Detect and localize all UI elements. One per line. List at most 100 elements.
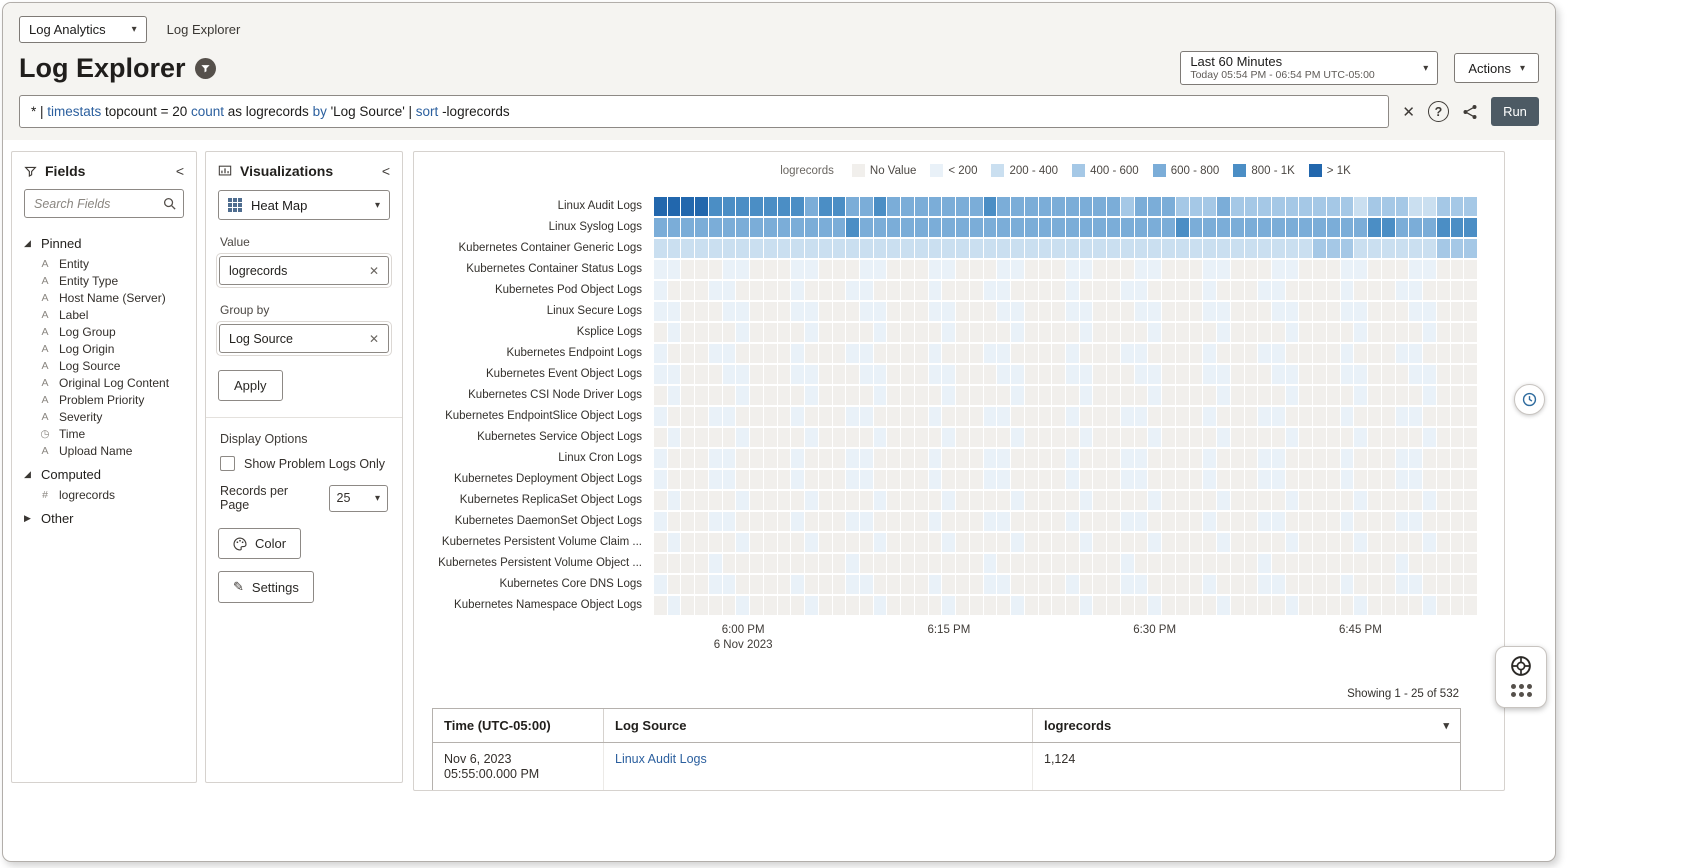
- heatmap-cell: [984, 302, 997, 321]
- heatmap-cell: [1231, 596, 1244, 615]
- heatmap-cell: [1368, 575, 1381, 594]
- heatmap-cell: [1354, 470, 1367, 489]
- field-item-entity-type[interactable]: AEntity Type: [12, 272, 196, 289]
- table-header-time-utc-05-00-[interactable]: Time (UTC-05:00): [433, 709, 603, 742]
- heatmap-cell: [1368, 554, 1381, 573]
- time-range-dropdown[interactable]: Last 60 Minutes Today 05:54 PM - 06:54 P…: [1180, 51, 1438, 85]
- field-item-host-name-server-[interactable]: AHost Name (Server): [12, 289, 196, 306]
- heatmap-cell: [736, 239, 749, 258]
- search-fields-input[interactable]: [24, 189, 184, 218]
- clear-query-icon[interactable]: ✕: [1402, 103, 1415, 121]
- heatmap-cell: [1190, 197, 1203, 216]
- collapse-panel-icon[interactable]: <: [382, 164, 390, 178]
- apply-button[interactable]: Apply: [218, 370, 283, 401]
- log-source-link[interactable]: Linux Audit Logs: [615, 752, 707, 766]
- text-field-icon: A: [39, 445, 51, 457]
- heatmap-cell: [736, 554, 749, 573]
- table-header-log-source[interactable]: Log Source: [603, 709, 1032, 742]
- records-per-page-select[interactable]: 25 ▾: [329, 485, 388, 512]
- heatmap-cell: [984, 218, 997, 237]
- heatmap-cell: [1052, 197, 1065, 216]
- heatmap-cell: [1368, 239, 1381, 258]
- heatmap-cell: [1052, 302, 1065, 321]
- heatmap-cell: [1341, 554, 1354, 573]
- group-by-field[interactable]: Log Source ✕: [219, 324, 389, 353]
- query-input[interactable]: * | timestats topcount = 20 count as log…: [19, 95, 1389, 128]
- field-item-log-source[interactable]: ALog Source: [12, 357, 196, 374]
- help-icon[interactable]: ?: [1428, 101, 1449, 122]
- field-item-entity[interactable]: AEntity: [12, 255, 196, 272]
- heatmap-cell: [1066, 491, 1079, 510]
- heatmap-cell: [764, 596, 777, 615]
- color-button[interactable]: Color: [218, 528, 301, 559]
- value-field[interactable]: logrecords ✕: [219, 256, 389, 285]
- heatmap-cell: [709, 596, 722, 615]
- heatmap-cell: [1093, 491, 1106, 510]
- heatmap-cell: [1464, 575, 1477, 594]
- heatmap-cell: [887, 197, 900, 216]
- heatmap-cell: [1135, 575, 1148, 594]
- records-per-page-row: Records per Page 25 ▾: [220, 484, 388, 512]
- fields-section-pinned[interactable]: ◢Pinned: [12, 228, 196, 255]
- heatmap-cell: [915, 449, 928, 468]
- collapse-panel-icon[interactable]: <: [176, 164, 184, 178]
- heatmap-cell: [1052, 512, 1065, 531]
- sort-dropdown-icon[interactable]: ▾: [1443, 719, 1449, 732]
- heatmap-cell: [681, 596, 694, 615]
- field-item-log-origin[interactable]: ALog Origin: [12, 340, 196, 357]
- field-item-label[interactable]: ALabel: [12, 306, 196, 323]
- heatmap-cell: [860, 239, 873, 258]
- run-button[interactable]: Run: [1491, 97, 1539, 126]
- heatmap-cell: [1272, 197, 1285, 216]
- heatmap-cell: [915, 260, 928, 279]
- heatmap-cell: [1231, 365, 1244, 384]
- field-item-time[interactable]: ◷Time: [12, 425, 196, 442]
- heatmap-cell: [1176, 239, 1189, 258]
- heatmap-cell: [1066, 386, 1079, 405]
- field-item-logrecords[interactable]: #logrecords: [12, 486, 196, 503]
- heatmap-cell: [901, 386, 914, 405]
- remove-group-by-icon[interactable]: ✕: [369, 332, 379, 346]
- heatmap-cell: [1162, 470, 1175, 489]
- recent-history-button[interactable]: [1514, 384, 1545, 415]
- heatmap-cell: [819, 302, 832, 321]
- heatmap-cell: [860, 386, 873, 405]
- field-item-original-log-content[interactable]: AOriginal Log Content: [12, 374, 196, 391]
- field-item-problem-priority[interactable]: AProblem Priority: [12, 391, 196, 408]
- table-header-logrecords[interactable]: logrecords▾: [1032, 709, 1460, 742]
- settings-button[interactable]: ✎ Settings: [218, 571, 314, 603]
- help-launcher[interactable]: [1495, 646, 1547, 708]
- field-item-upload-name[interactable]: AUpload Name: [12, 442, 196, 459]
- field-item-severity[interactable]: ASeverity: [12, 408, 196, 425]
- actions-button[interactable]: Actions ▾: [1454, 53, 1539, 83]
- fields-section-computed[interactable]: ◢Computed: [12, 459, 196, 486]
- heatmap-cell: [1437, 323, 1450, 342]
- heatmap-cell: [874, 323, 887, 342]
- show-problem-logs-checkbox[interactable]: [220, 456, 235, 471]
- heatmap-cell: [887, 344, 900, 363]
- heatmap-cell: [874, 407, 887, 426]
- heatmap-cell: [970, 386, 983, 405]
- fields-section-other[interactable]: ▶Other: [12, 503, 196, 530]
- filter-icon[interactable]: [195, 58, 216, 79]
- share-icon[interactable]: [1462, 104, 1478, 120]
- heatmap-cell: [1341, 386, 1354, 405]
- app-selector-dropdown[interactable]: Log Analytics ▾: [19, 16, 147, 43]
- field-item-log-group[interactable]: ALog Group: [12, 323, 196, 340]
- time-range-primary: Last 60 Minutes: [1190, 54, 1423, 69]
- legend-items: No Value< 200200 - 400400 - 600600 - 800…: [852, 164, 1351, 177]
- heatmap-cell: [1093, 344, 1106, 363]
- heatmap-cell: [819, 449, 832, 468]
- chart-type-dropdown[interactable]: Heat Map ▾: [218, 190, 390, 220]
- heatmap-cell: [723, 323, 736, 342]
- heatmap-cell: [723, 407, 736, 426]
- remove-value-icon[interactable]: ✕: [369, 264, 379, 278]
- heatmap-cell: [750, 512, 763, 531]
- heatmap-cell: [1423, 596, 1436, 615]
- heatmap-cell: [1011, 428, 1024, 447]
- heatmap-cell: [1025, 239, 1038, 258]
- heatmap-cell: [1327, 596, 1340, 615]
- heatmap-cell: [956, 302, 969, 321]
- heatmap-cell: [723, 596, 736, 615]
- heatmap-cell: [1423, 260, 1436, 279]
